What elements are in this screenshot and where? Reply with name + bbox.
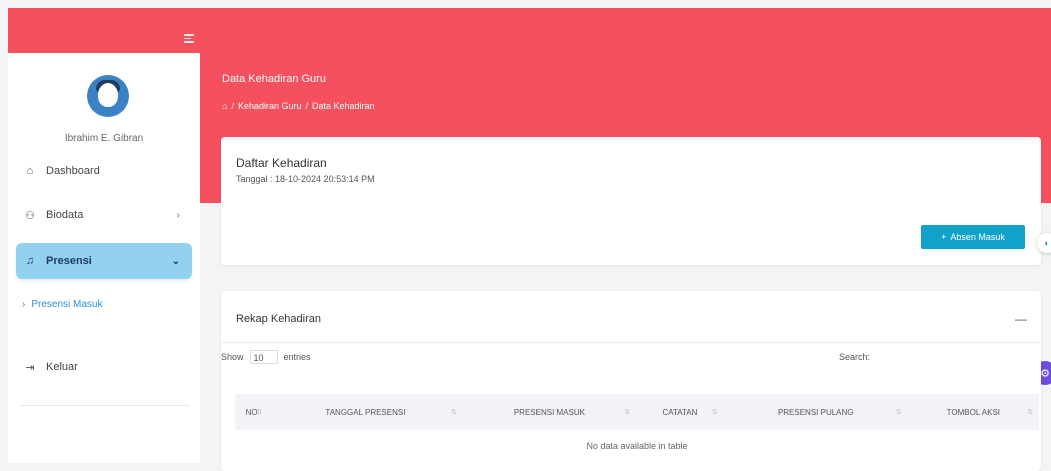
sidebar-item-keluar[interactable]: ⇥ Keluar: [16, 349, 192, 385]
column-label: CATATAN: [662, 407, 698, 417]
column-header-tanggal-presensi[interactable]: TANGGAL PRESENSI ⇅: [268, 394, 463, 430]
absen-masuk-button[interactable]: + Absen Masuk: [921, 225, 1025, 249]
chevron-right-icon: ›: [176, 209, 180, 221]
sort-icon: ⇅: [895, 409, 902, 416]
sidebar-item-label: Keluar: [46, 361, 78, 373]
user-icon: ⚇: [25, 209, 35, 222]
avatar: [87, 75, 129, 117]
sidebar-item-presensi[interactable]: ♫ Presensi ⌄: [16, 243, 192, 279]
sidebar-item-label: Dashboard: [46, 165, 100, 177]
column-label: PRESENSI PULANG: [777, 407, 854, 417]
sort-icon: ⇅: [711, 409, 718, 416]
sort-icon: ⇅: [450, 409, 457, 416]
logout-icon: ⇥: [25, 361, 35, 374]
column-header-tombol-aksi[interactable]: TOMBOL AKSI ⇅: [907, 394, 1039, 430]
sort-icon: ⇅: [1027, 409, 1033, 416]
sidebar-divider: [20, 405, 190, 406]
entries-select[interactable]: 10: [249, 350, 278, 364]
username: Ibrahim E. Gibran: [64, 133, 144, 144]
breadcrumb-separator: /: [231, 101, 234, 111]
show-entries: Show 10 entries: [221, 350, 311, 364]
plus-icon: +: [941, 232, 947, 242]
show-label: Show: [221, 352, 244, 362]
submenu-item-label: Presensi Masuk: [31, 299, 103, 310]
chevron-down-icon: ⌄: [171, 255, 180, 267]
breadcrumb-separator: /: [305, 101, 309, 111]
recap-table: NO ⇅ TANGGAL PRESENSI ⇅ PRESENSI MASUK ⇅ CA…: [235, 394, 1039, 462]
entries-label: entries: [283, 352, 311, 362]
page-title: Data Kehadiran Guru: [222, 73, 326, 85]
recap-card: Rekap Kehadiran — Show 10 entries Search…: [221, 291, 1041, 471]
attendance-date: Tanggal : 18-10-2024 20:53:14 PM: [236, 174, 375, 184]
sort-icon: ⇅: [256, 409, 263, 416]
chevron-right-icon: ›: [22, 299, 26, 310]
card-divider: [221, 342, 1041, 343]
top-bar: [8, 8, 1051, 53]
sidebar: Ibrahim E. Gibran ⌂ Dashboard ⚇ Biodata …: [8, 53, 200, 463]
sidebar-item-label: Biodata: [46, 209, 84, 221]
search-input[interactable]: [889, 348, 1033, 368]
floating-action-icon[interactable]: ◐: [1037, 233, 1051, 253]
absen-masuk-label: Absen Masuk: [950, 232, 1005, 242]
column-header-presensi-masuk[interactable]: PRESENSI MASUK ⇅: [462, 394, 637, 430]
collapse-icon[interactable]: —: [1015, 312, 1027, 326]
home-icon: ⌂: [26, 165, 34, 177]
column-label: TOMBOL AKSI: [946, 407, 1001, 417]
submenu-item-presensi-masuk[interactable]: › Presensi Masuk: [16, 299, 102, 310]
empty-table-message: No data available in table: [586, 441, 688, 451]
column-header-presensi-pulang[interactable]: PRESENSI PULANG ⇅: [723, 394, 908, 430]
table-header-row: NO ⇅ TANGGAL PRESENSI ⇅ PRESENSI MASUK ⇅ CA…: [235, 394, 1039, 430]
sidebar-item-dashboard[interactable]: ⌂ Dashboard: [16, 153, 192, 189]
breadcrumb-item: Data Kehadiran: [312, 101, 375, 111]
breadcrumb: ⌂ / Kehadiran Guru / Data Kehadiran: [222, 101, 375, 111]
attendance-card: Daftar Kehadiran Tanggal : 18-10-2024 20…: [221, 137, 1041, 265]
column-label: TANGGAL PRESENSI: [325, 407, 406, 417]
column-label: PRESENSI MASUK: [513, 407, 585, 417]
column-header-catatan[interactable]: CATATAN ⇅: [636, 394, 724, 430]
sidebar-item-biodata[interactable]: ⚇ Biodata ›: [16, 197, 192, 233]
attendance-title: Daftar Kehadiran: [236, 156, 327, 170]
breadcrumb-item[interactable]: Kehadiran Guru: [238, 101, 302, 111]
sidebar-item-label: Presensi: [46, 255, 92, 267]
home-icon[interactable]: ⌂: [222, 101, 227, 111]
table-row: No data available in table: [235, 430, 1039, 462]
menu-toggle-icon[interactable]: [184, 34, 194, 44]
column-header-no[interactable]: NO ⇅: [235, 394, 269, 430]
bell-icon: ♫: [25, 255, 35, 267]
sort-icon: ⇅: [624, 409, 631, 416]
recap-title: Rekap Kehadiran: [236, 313, 322, 325]
search-label: Search:: [839, 352, 871, 362]
